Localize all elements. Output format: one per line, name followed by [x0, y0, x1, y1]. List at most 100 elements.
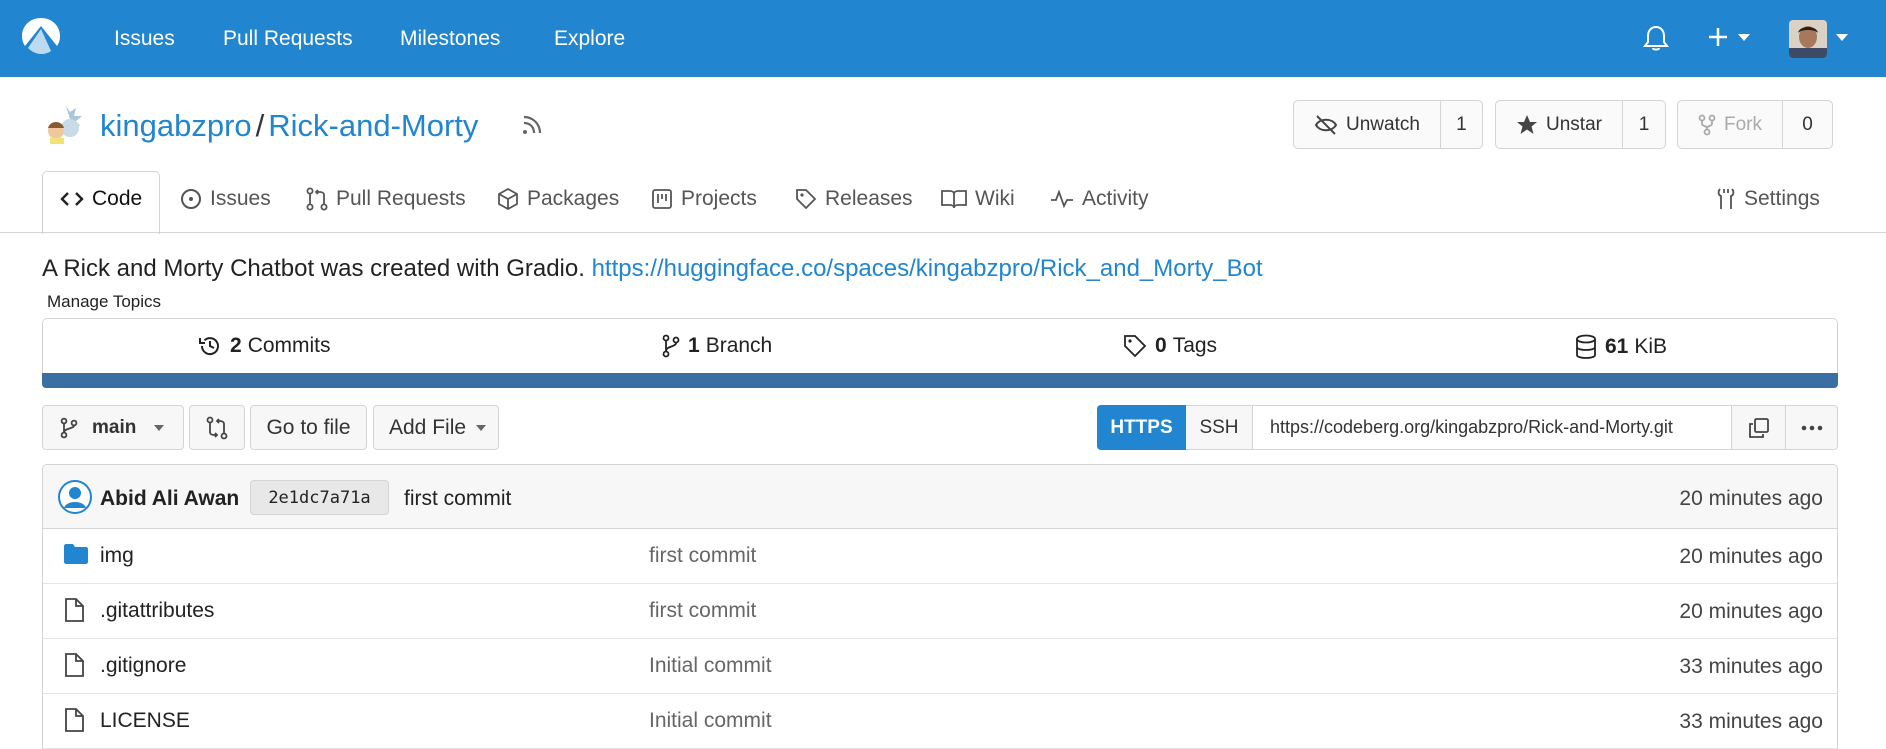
repo-website-link[interactable]: https://huggingface.co/spaces/kingabzpro… — [592, 255, 1263, 282]
repo-title-separator: / — [255, 108, 265, 143]
tab-wiki-label: Wiki — [975, 187, 1015, 210]
repo-description-text: A Rick and Morty Chatbot was created wit… — [42, 255, 585, 282]
commit-author[interactable]: Abid Ali Awan — [100, 487, 239, 511]
bell-icon[interactable] — [1643, 24, 1669, 52]
tab-code-label: Code — [92, 187, 143, 210]
commit-time: 20 minutes ago — [1679, 487, 1823, 510]
tags-stat[interactable]: 0 Tags — [1123, 334, 1217, 358]
chevron-down-icon[interactable] — [1738, 34, 1750, 42]
book-icon — [941, 190, 967, 209]
user-avatar[interactable] — [1789, 20, 1827, 58]
nav-issues[interactable]: Issues — [114, 26, 175, 52]
file-commit-message[interactable]: Initial commit — [649, 709, 772, 733]
commits-label: Commits — [247, 334, 331, 357]
tab-releases-label: Releases — [825, 187, 913, 210]
tab-packages-label: Packages — [527, 187, 620, 210]
size-stat: 61 KiB — [1575, 334, 1667, 360]
unstar-label: Unstar — [1546, 113, 1602, 135]
codeberg-logo-icon[interactable] — [20, 15, 62, 57]
copy-icon — [1748, 417, 1769, 438]
repo-name-link[interactable]: Rick-and-Morty — [268, 108, 478, 143]
tab-code[interactable]: Code — [60, 186, 142, 212]
tab-packages[interactable]: Packages — [497, 186, 619, 212]
author-avatar[interactable] — [58, 480, 92, 514]
tab-pull-requests-label: Pull Requests — [336, 187, 466, 210]
project-icon — [652, 189, 672, 209]
commit-sha[interactable]: 2e1dc7a71a — [250, 480, 389, 515]
table-row[interactable]: img first commit 20 minutes ago — [43, 529, 1837, 584]
repo-avatar — [44, 104, 84, 144]
branch-icon — [60, 417, 78, 438]
commit-message[interactable]: first commit — [404, 487, 511, 511]
chevron-down-icon — [476, 424, 487, 431]
unwatch-label: Unwatch — [1346, 113, 1420, 135]
tab-pull-requests[interactable]: Pull Requests — [306, 186, 466, 212]
user-menu-chevron-icon[interactable] — [1836, 34, 1848, 42]
tab-releases[interactable]: Releases — [795, 186, 913, 212]
tab-issues-label: Issues — [210, 187, 271, 210]
file-commit-message[interactable]: Initial commit — [649, 654, 772, 678]
tag-icon — [1124, 335, 1147, 358]
branches-label: Branch — [705, 334, 773, 357]
code-icon — [60, 192, 84, 206]
file-name[interactable]: LICENSE — [100, 709, 190, 733]
pull-request-icon — [306, 187, 328, 211]
file-commit-message[interactable]: first commit — [649, 599, 756, 623]
fork-count[interactable]: 0 — [1783, 101, 1832, 148]
file-commit-message[interactable]: first commit — [649, 544, 756, 568]
compare-icon — [206, 416, 228, 439]
top-navbar: Issues Pull Requests Milestones Explore — [0, 0, 1886, 77]
fork-label: Fork — [1724, 113, 1762, 135]
rss-icon[interactable] — [520, 113, 544, 137]
file-name[interactable]: .gitignore — [100, 654, 186, 678]
tab-settings[interactable]: Settings — [1716, 186, 1820, 212]
tab-issues[interactable]: Issues — [180, 186, 271, 212]
file-icon — [65, 708, 84, 732]
https-clone-button[interactable]: HTTPS — [1097, 405, 1186, 450]
file-name[interactable]: .gitattributes — [100, 599, 214, 623]
file-name[interactable]: img — [100, 544, 134, 568]
language-stats-bar[interactable] — [42, 373, 1838, 388]
latest-commit-row: Abid Ali Awan 2e1dc7a71a first commit 20… — [43, 465, 1837, 529]
size-count: 61 — [1605, 335, 1629, 358]
commits-stat[interactable]: 2 Commits — [198, 334, 331, 358]
clone-url-input[interactable] — [1252, 405, 1732, 450]
nav-pull-requests[interactable]: Pull Requests — [223, 26, 353, 52]
go-to-file-button[interactable]: Go to file — [250, 405, 367, 450]
watch-button-group: Unwatch 1 — [1293, 100, 1483, 149]
branch-selector[interactable]: main — [42, 405, 184, 450]
tab-activity[interactable]: Activity — [1050, 186, 1149, 212]
fork-button[interactable]: Fork — [1678, 101, 1783, 148]
watch-count[interactable]: 1 — [1441, 101, 1482, 148]
star-count[interactable]: 1 — [1623, 101, 1665, 148]
nav-milestones[interactable]: Milestones — [400, 26, 500, 52]
issue-icon — [181, 189, 201, 209]
unstar-button[interactable]: Unstar — [1496, 101, 1623, 148]
file-commit-time: 20 minutes ago — [1679, 545, 1823, 568]
tools-icon — [1717, 188, 1735, 209]
repo-owner-link[interactable]: kingabzpro — [100, 108, 252, 143]
fork-button-group: Fork 0 — [1677, 100, 1833, 149]
table-row[interactable]: .gitattributes first commit 20 minutes a… — [43, 584, 1837, 639]
compare-button[interactable] — [189, 405, 245, 450]
table-row[interactable]: .gitignore Initial commit 33 minutes ago — [43, 639, 1837, 694]
table-row[interactable]: LICENSE Initial commit 33 minutes ago — [43, 694, 1837, 749]
manage-topics-link[interactable]: Manage Topics — [47, 292, 161, 312]
file-table: Abid Ali Awan 2e1dc7a71a first commit 20… — [42, 464, 1838, 749]
unwatch-button[interactable]: Unwatch — [1294, 101, 1441, 148]
tab-projects[interactable]: Projects — [651, 186, 757, 212]
plus-icon[interactable] — [1707, 26, 1729, 48]
nav-explore[interactable]: Explore — [554, 26, 625, 52]
ssh-clone-button[interactable]: SSH — [1186, 405, 1252, 450]
branches-stat[interactable]: 1 Branch — [662, 334, 772, 358]
more-options-button[interactable] — [1786, 405, 1838, 450]
repo-description: A Rick and Morty Chatbot was created wit… — [42, 254, 1263, 284]
folder-icon — [64, 544, 88, 564]
branch-name: main — [92, 416, 137, 438]
add-file-button[interactable]: Add File — [373, 405, 499, 450]
tags-label: Tags — [1172, 334, 1218, 357]
copy-clone-url-button[interactable] — [1732, 405, 1786, 450]
tab-wiki[interactable]: Wiki — [941, 186, 1015, 212]
branch-icon — [662, 334, 680, 358]
chevron-down-icon — [154, 424, 165, 431]
